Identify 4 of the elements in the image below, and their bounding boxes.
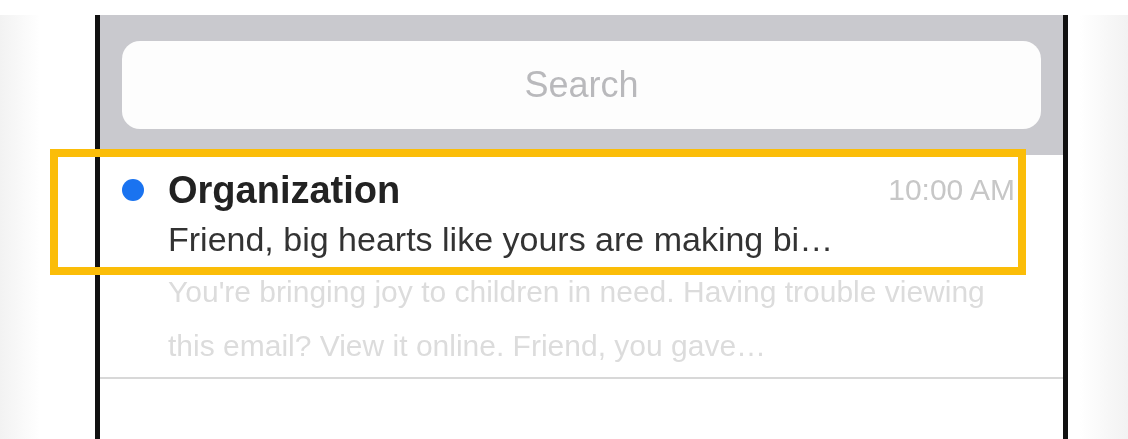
message-time: 10:00 AM [888,172,1016,208]
message-subject: Friend, big hearts like yours are making bi… [168,219,835,260]
search-field[interactable]: Search [122,41,1041,129]
sender-name: Organization [168,168,402,213]
